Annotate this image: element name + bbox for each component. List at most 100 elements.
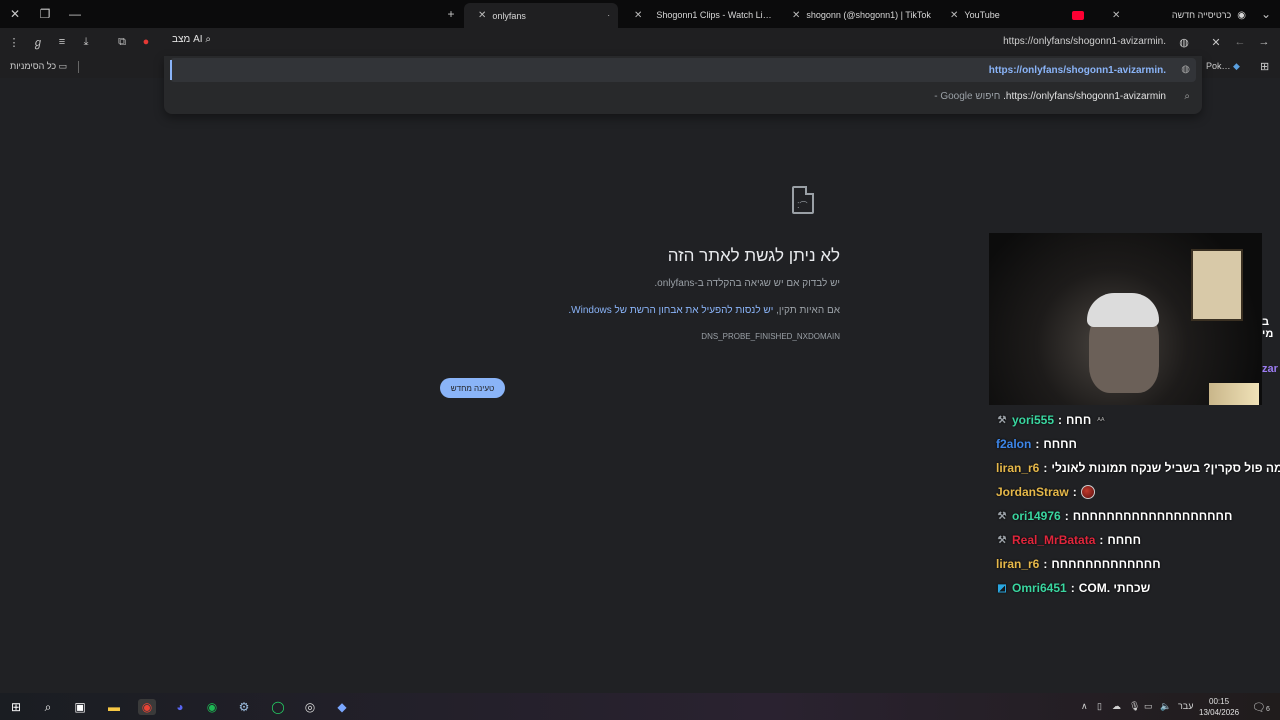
start-icon[interactable]: ⊞ bbox=[8, 699, 24, 715]
site-info-icon[interactable]: ◍ bbox=[1176, 34, 1192, 50]
back-icon[interactable]: ← bbox=[1232, 34, 1248, 50]
profile-icon[interactable]: ℊ bbox=[30, 34, 46, 50]
chat-username[interactable]: Omri6451 bbox=[1012, 581, 1067, 595]
clear-omnibox-icon[interactable]: ✕ bbox=[1208, 34, 1224, 50]
close-tab-icon[interactable]: ✕ bbox=[478, 10, 486, 21]
tray-app-icon[interactable]: ▯ bbox=[1097, 701, 1102, 712]
chat-separator: : bbox=[1058, 413, 1063, 427]
chat-separator: : bbox=[1070, 581, 1075, 595]
obs-icon[interactable]: ◎ bbox=[302, 699, 318, 715]
chat-text: חחחחחחחחחחחחח bbox=[1051, 557, 1161, 571]
screen: ✕ ❐ — + ✕ onlyfans · ✕ Shogonn1 Clips - … bbox=[0, 0, 1280, 720]
close-tab-icon[interactable]: ✕ bbox=[792, 10, 800, 21]
tray-network-icon[interactable]: ▭ bbox=[1144, 701, 1153, 712]
chat-username[interactable]: yori555 bbox=[1012, 413, 1054, 427]
ai-mode-button[interactable]: מצב AI ⌕ bbox=[172, 34, 211, 45]
tab-youtube[interactable]: ✕ YouTube bbox=[936, 4, 1096, 26]
reading-list-icon[interactable]: ≡ bbox=[54, 34, 70, 50]
close-tab-icon[interactable]: ✕ bbox=[950, 10, 958, 21]
forward-icon[interactable]: → bbox=[1256, 34, 1272, 50]
chat-edge-text: zar bbox=[1262, 363, 1278, 375]
task-view-icon[interactable]: ▣ bbox=[72, 699, 88, 715]
download-icon[interactable]: ⤓ bbox=[78, 34, 94, 50]
taskbar bbox=[0, 693, 1280, 720]
tab-onlyfans[interactable]: ✕ onlyfans · bbox=[464, 3, 618, 28]
tray-overflow-icon[interactable]: ∧ bbox=[1081, 701, 1088, 712]
tab-strip: ✕ ❐ — + ✕ onlyfans · ✕ Shogonn1 Clips - … bbox=[0, 0, 1280, 28]
ai-search-icon: ⌕ bbox=[205, 34, 211, 45]
all-bookmarks[interactable]: כל הסימניות ▭ bbox=[10, 61, 67, 72]
chat-text: חחחחחחחחחחחחחחחחחחח bbox=[1072, 509, 1233, 523]
suggestion-search-query: https://onlyfans/shogonn1-avizarmin. bbox=[1003, 91, 1166, 102]
chat-username[interactable]: Real_MrBatata bbox=[1012, 533, 1095, 547]
extensions-icon[interactable]: ⧉ bbox=[114, 34, 130, 50]
close-tab-icon[interactable]: ✕ bbox=[1112, 10, 1120, 21]
tray-mic-icon[interactable]: 🎙 bbox=[1129, 701, 1140, 712]
text-caret bbox=[170, 60, 172, 80]
tab-search-icon[interactable]: ⌄ bbox=[1254, 0, 1278, 28]
chat-username[interactable]: ori14976 bbox=[1012, 509, 1061, 523]
file-explorer-icon[interactable]: ▬ bbox=[106, 699, 122, 715]
omnibox-dropdown: https://onlyfans/shogonn1-avizarmin. ◍ h… bbox=[164, 56, 1202, 114]
chat-separator: : bbox=[1035, 437, 1040, 451]
streamer-cap bbox=[1087, 293, 1159, 327]
tab-title: Shogonn1 Clips - Watch Li… bbox=[656, 10, 772, 20]
error-line-diagnostics: אם האיות תקין, יש לנסות להפעיל את אבחון … bbox=[568, 305, 840, 316]
sub-badge-icon: ◩ bbox=[997, 582, 1007, 594]
tab-title: YouTube bbox=[964, 10, 1000, 20]
suggestion-url-text: https://onlyfans/shogonn1-avizarmin. bbox=[988, 65, 1166, 76]
tray-cloud-icon[interactable]: ☁ bbox=[1112, 701, 1121, 712]
discord-icon[interactable]: ◕ bbox=[172, 699, 188, 715]
chat-username[interactable]: JordanStraw bbox=[996, 485, 1069, 499]
tray-volume-icon[interactable]: 🔈 bbox=[1160, 701, 1171, 712]
chrome-taskbar-icon[interactable]: ◉ bbox=[138, 699, 156, 715]
folder-icon: ▭ bbox=[58, 61, 68, 71]
chat-username[interactable]: f2alon bbox=[996, 437, 1031, 451]
whatsapp-icon[interactable]: ◯ bbox=[270, 699, 286, 715]
bookmark-divider bbox=[78, 61, 79, 73]
chat-message: ⚒ yori555: חחח ᴬᴬ bbox=[996, 408, 1280, 432]
wall-poster bbox=[1191, 249, 1243, 321]
chat-message: ◩ Omri6451: שכחתי .COM bbox=[996, 576, 1280, 600]
search-icon[interactable]: ⌕ bbox=[40, 699, 56, 715]
hammer-badge-icon: ⚒ bbox=[997, 534, 1007, 546]
chat-text: שכחתי .COM bbox=[1078, 581, 1151, 595]
chat-username[interactable]: liran_r6 bbox=[996, 557, 1039, 571]
chat-separator: : bbox=[1064, 509, 1069, 523]
chat-message: liran_r6: חחחחחחחחחחחחח bbox=[996, 552, 1280, 576]
app-icon[interactable]: ◆ bbox=[334, 699, 350, 715]
hammer-badge-icon: ⚒ bbox=[997, 414, 1007, 426]
tab-tiktok[interactable]: ✕ shogonn (@shogonn1) | TikTok ♪ bbox=[778, 4, 934, 26]
clock[interactable]: 00:15 13/04/2026 bbox=[1199, 696, 1239, 718]
bookmark-pok[interactable]: Pok… ◆ bbox=[1206, 61, 1240, 72]
menu-icon[interactable]: ⋮ bbox=[6, 34, 22, 50]
notifications-icon[interactable]: 🗨6 bbox=[1252, 701, 1270, 714]
apps-grid-icon[interactable]: ⊞ bbox=[1260, 60, 1269, 73]
ai-mode-label: מצב AI bbox=[172, 34, 203, 45]
close-tab-icon[interactable]: ✕ bbox=[634, 10, 642, 21]
chat-separator: : bbox=[1043, 461, 1048, 475]
reload-button[interactable]: טעינה מחדש bbox=[440, 378, 505, 398]
tab-shogonn-clips[interactable]: ✕ Shogonn1 Clips - Watch Li… bbox=[620, 4, 775, 26]
sad-face-glyph: ⁚⌒ bbox=[797, 201, 808, 210]
error-code: DNS_PROBE_FINISHED_NXDOMAIN bbox=[701, 332, 840, 341]
minimize-window-icon[interactable]: — bbox=[60, 0, 90, 28]
spotify-icon[interactable]: ◉ bbox=[204, 699, 220, 715]
new-tab-icon[interactable]: + bbox=[436, 0, 466, 28]
chat-extra-glyph: ᴬᴬ bbox=[1097, 415, 1105, 425]
tab-new-tab[interactable]: ✕ כרטיסייה חדשה ◉ bbox=[1098, 4, 1254, 26]
chat-message: JordanStraw: bbox=[996, 480, 1280, 504]
suggestion-search[interactable]: https://onlyfans/shogonn1-avizarmin. חיפ… bbox=[934, 91, 1166, 102]
steam-icon[interactable]: ⚙ bbox=[236, 699, 252, 715]
chat-message: ⚒ ori14976: חחחחחחחחחחחחחחחחחחח bbox=[996, 504, 1280, 528]
network-diagnostics-link[interactable]: יש לנסות להפעיל את אבחון הרשת של Windows… bbox=[568, 305, 773, 316]
input-language[interactable]: עבר bbox=[1178, 701, 1193, 711]
loading-icon: · bbox=[607, 11, 610, 20]
restore-window-icon[interactable]: ❐ bbox=[30, 0, 60, 28]
omnibox-input[interactable]: https://onlyfans/shogonn1-avizarmin. bbox=[1003, 36, 1166, 47]
error-line-typo: יש לבדוק אם יש שגיאה בהקלדה ב-onlyfans. bbox=[654, 278, 840, 289]
close-window-icon[interactable]: ✕ bbox=[0, 0, 30, 28]
chat-edge-text: ב מי bbox=[1262, 316, 1274, 340]
extension-red-icon[interactable]: ● bbox=[138, 34, 154, 50]
chat-username[interactable]: liran_r6 bbox=[996, 461, 1039, 475]
